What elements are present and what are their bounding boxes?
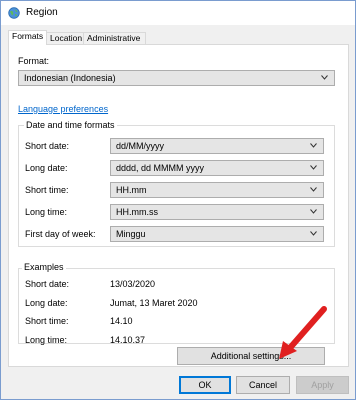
chevron-down-icon [310, 209, 317, 214]
long-time-value: HH.mm.ss [116, 207, 158, 217]
example-short-time-value: 14.10 [110, 316, 133, 326]
format-dropdown[interactable]: Indonesian (Indonesia) [18, 70, 335, 86]
example-short-time-label: Short time: [25, 316, 69, 326]
cancel-button[interactable]: Cancel [236, 376, 290, 394]
title-bar[interactable]: Region [1, 1, 355, 25]
short-date-value: dd/MM/yyyy [116, 141, 165, 151]
chevron-down-icon [310, 165, 317, 170]
short-time-dropdown[interactable]: HH.mm [110, 182, 324, 198]
example-short-date-value: 13/03/2020 [110, 279, 156, 289]
examples-title: Examples [22, 262, 66, 272]
language-preferences-link[interactable]: Language preferences [18, 104, 108, 114]
first-day-of-week-dropdown[interactable]: Minggu [110, 226, 324, 242]
ok-button[interactable]: OK [179, 376, 231, 394]
first-day-of-week-value: Minggu [116, 229, 146, 239]
long-date-label: Long date: [25, 163, 68, 173]
long-time-dropdown[interactable]: HH.mm.ss [110, 204, 324, 220]
short-date-dropdown[interactable]: dd/MM/yyyy [110, 138, 324, 154]
globe-icon [8, 7, 20, 19]
annotation-arrow-icon [279, 306, 327, 359]
date-time-formats-title: Date and time formats [24, 120, 117, 130]
chevron-down-icon [321, 75, 328, 80]
long-time-label: Long time: [25, 207, 68, 217]
example-long-date-label: Long date: [25, 298, 68, 308]
date-time-formats-group: Date and time formats Short date: dd/MM/… [18, 120, 335, 247]
region-dialog: Region Formats Location Administrative F… [0, 0, 356, 400]
short-time-label: Short time: [25, 185, 69, 195]
tab-formats[interactable]: Formats [8, 30, 47, 45]
chevron-down-icon [310, 187, 317, 192]
chevron-down-icon [310, 231, 317, 236]
window-title: Region [26, 7, 58, 18]
first-day-of-week-label: First day of week: [25, 229, 96, 239]
example-long-time-value: 14.10.37 [110, 335, 146, 345]
short-time-value: HH.mm [116, 185, 147, 195]
chevron-down-icon [310, 143, 317, 148]
example-long-date-value: Jumat, 13 Maret 2020 [110, 298, 198, 308]
format-value: Indonesian (Indonesia) [24, 73, 116, 83]
example-short-date-label: Short date: [25, 279, 70, 289]
short-date-label: Short date: [25, 141, 70, 151]
format-label: Format: [18, 56, 50, 66]
apply-button[interactable]: Apply [296, 376, 349, 394]
long-date-value: dddd, dd MMMM yyyy [116, 163, 205, 173]
long-date-dropdown[interactable]: dddd, dd MMMM yyyy [110, 160, 324, 176]
example-long-time-label: Long time: [25, 335, 68, 345]
